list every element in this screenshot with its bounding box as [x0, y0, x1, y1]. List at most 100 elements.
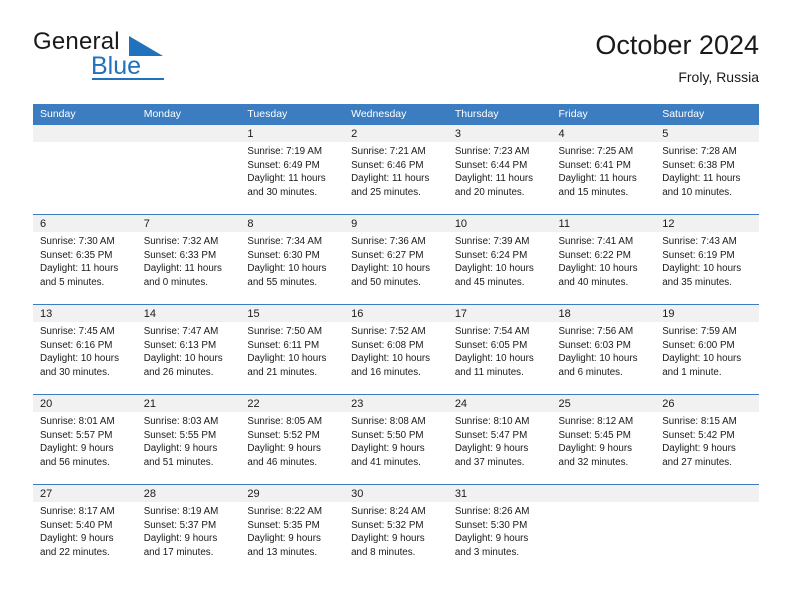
calendar-week-row: 6 Sunrise: 7:30 AM Sunset: 6:35 PM Daylight… — [33, 214, 759, 305]
day-details: Sunrise: 7:30 AM Sunset: 6:35 PM Daylight:… — [33, 232, 137, 289]
calendar-day-cell[interactable]: 24 Sunrise: 8:10 AM Sunset: 5:47 PM Dayligh… — [447, 394, 552, 485]
daylight-duration-line2: and 32 minutes. — [558, 456, 629, 468]
daylight-duration-line2: and 11 minutes. — [454, 366, 524, 378]
calendar-day-cell[interactable]: 1 Sunrise: 7:19 AM Sunset: 6:49 PM Daylight… — [240, 124, 345, 215]
daylight-duration-line2: and 5 minutes. — [40, 276, 105, 288]
day-number: 31 — [447, 485, 552, 502]
calendar-day-cell[interactable]: 31 Sunrise: 8:26 AM Sunset: 5:30 PM Dayligh… — [447, 484, 552, 575]
sunrise-time: Sunrise: 8:03 AM — [143, 416, 219, 427]
day-details: Sunrise: 7:21 AM Sunset: 6:46 PM Daylight:… — [344, 142, 448, 199]
daylight-duration-line2: and 15 minutes. — [558, 186, 629, 198]
sunrise-time: Sunrise: 8:22 AM — [247, 506, 323, 517]
day-number: 6 — [33, 215, 137, 232]
calendar-day-cell[interactable]: 2 Sunrise: 7:21 AM Sunset: 6:46 PM Daylight… — [344, 124, 448, 215]
calendar-day-cell[interactable]: 25 Sunrise: 8:12 AM Sunset: 5:45 PM Dayligh… — [551, 394, 656, 485]
daylight-duration-line1: Daylight: 9 hours — [143, 443, 218, 455]
calendar-day-cell[interactable]: 22 Sunrise: 8:05 AM Sunset: 5:52 PM Dayligh… — [240, 394, 345, 485]
sunset-time: Sunset: 5:47 PM — [454, 429, 528, 441]
day-number: 10 — [447, 215, 552, 232]
daylight-duration-line1: Daylight: 10 hours — [662, 353, 742, 365]
calendar-day-cell-empty — [551, 484, 656, 575]
calendar-day-cell[interactable]: 5 Sunrise: 7:28 AM Sunset: 6:38 PM Daylight… — [655, 124, 759, 215]
sunrise-time: Sunrise: 8:08 AM — [351, 416, 426, 427]
calendar-day-cell[interactable]: 23 Sunrise: 8:08 AM Sunset: 5:50 PM Dayligh… — [344, 394, 448, 485]
calendar-day-cell[interactable]: 13 Sunrise: 7:45 AM Sunset: 6:16 PM Dayligh… — [33, 304, 137, 395]
day-details: Sunrise: 7:56 AM Sunset: 6:03 PM Daylight:… — [552, 322, 656, 379]
sunrise-time: Sunrise: 7:28 AM — [662, 146, 737, 157]
daylight-duration-line1: Daylight: 9 hours — [40, 533, 114, 545]
day-details: Sunrise: 7:34 AM Sunset: 6:30 PM Daylight:… — [240, 232, 344, 289]
day-details: Sunrise: 8:12 AM Sunset: 5:45 PM Daylight:… — [552, 412, 656, 469]
calendar-day-cell[interactable]: 29 Sunrise: 8:22 AM Sunset: 5:35 PM Dayligh… — [240, 484, 345, 575]
sunset-time: Sunset: 6:49 PM — [247, 159, 320, 171]
day-details: Sunrise: 7:45 AM Sunset: 6:16 PM Daylight:… — [33, 322, 137, 379]
calendar-day-cell[interactable]: 9 Sunrise: 7:36 AM Sunset: 6:27 PM Daylight… — [344, 214, 448, 305]
calendar-day-cell[interactable]: 7 Sunrise: 7:32 AM Sunset: 6:33 PM Daylight… — [136, 214, 241, 305]
sunset-time: Sunset: 6:46 PM — [351, 159, 424, 171]
weekday-header-thursday: Thursday — [447, 104, 552, 125]
day-details: Sunrise: 7:43 AM Sunset: 6:19 PM Daylight:… — [655, 232, 759, 289]
calendar-day-cell[interactable]: 19 Sunrise: 7:59 AM Sunset: 6:00 PM Dayligh… — [655, 304, 759, 395]
day-details: Sunrise: 8:26 AM Sunset: 5:30 PM Daylight:… — [448, 502, 552, 559]
day-number: 3 — [447, 125, 552, 142]
sunrise-time: Sunrise: 7:19 AM — [247, 146, 323, 157]
sunrise-time: Sunrise: 8:10 AM — [454, 416, 530, 427]
calendar-day-cell[interactable]: 17 Sunrise: 7:54 AM Sunset: 6:05 PM Dayligh… — [447, 304, 552, 395]
sunrise-time: Sunrise: 7:43 AM — [662, 236, 737, 247]
day-number: 4 — [551, 125, 656, 142]
daylight-duration-line2: and 56 minutes. — [40, 456, 110, 468]
calendar-day-cell[interactable]: 12 Sunrise: 7:43 AM Sunset: 6:19 PM Dayligh… — [655, 214, 759, 305]
calendar-day-cell-empty — [136, 124, 241, 215]
sunset-time: Sunset: 5:42 PM — [662, 429, 735, 441]
calendar-day-cell[interactable]: 8 Sunrise: 7:34 AM Sunset: 6:30 PM Daylight… — [240, 214, 345, 305]
calendar-day-cell[interactable]: 4 Sunrise: 7:25 AM Sunset: 6:41 PM Daylight… — [551, 124, 656, 215]
day-number: 11 — [551, 215, 656, 232]
day-number: 19 — [655, 305, 759, 322]
daylight-duration-line2: and 22 minutes. — [40, 546, 110, 558]
day-number: 22 — [240, 395, 345, 412]
daylight-duration-line2: and 51 minutes. — [143, 456, 214, 468]
daylight-duration-line2: and 27 minutes. — [662, 456, 732, 468]
day-details — [655, 502, 759, 505]
calendar-day-cell[interactable]: 16 Sunrise: 7:52 AM Sunset: 6:08 PM Dayligh… — [344, 304, 448, 395]
day-number — [136, 125, 241, 142]
calendar-day-cell[interactable]: 11 Sunrise: 7:41 AM Sunset: 6:22 PM Dayligh… — [551, 214, 656, 305]
daylight-duration-line1: Daylight: 11 hours — [143, 263, 222, 275]
sunset-time: Sunset: 6:22 PM — [558, 249, 631, 261]
daylight-duration-line2: and 35 minutes. — [662, 276, 732, 288]
calendar-day-cell[interactable]: 15 Sunrise: 7:50 AM Sunset: 6:11 PM Dayligh… — [240, 304, 345, 395]
calendar-day-cell[interactable]: 6 Sunrise: 7:30 AM Sunset: 6:35 PM Daylight… — [33, 214, 137, 305]
daylight-duration-line1: Daylight: 10 hours — [247, 263, 327, 275]
daylight-duration-line1: Daylight: 10 hours — [558, 353, 638, 365]
calendar-day-cell[interactable]: 21 Sunrise: 8:03 AM Sunset: 5:55 PM Dayligh… — [136, 394, 241, 485]
general-blue-logo[interactable]: General Blue — [33, 28, 253, 84]
sunset-time: Sunset: 5:40 PM — [40, 519, 113, 531]
calendar-day-cell[interactable]: 28 Sunrise: 8:19 AM Sunset: 5:37 PM Dayligh… — [136, 484, 241, 575]
daylight-duration-line2: and 46 minutes. — [247, 456, 318, 468]
calendar-day-cell[interactable]: 3 Sunrise: 7:23 AM Sunset: 6:44 PM Daylight… — [447, 124, 552, 215]
day-details: Sunrise: 7:19 AM Sunset: 6:49 PM Daylight:… — [240, 142, 344, 199]
daylight-duration-line2: and 37 minutes. — [454, 456, 525, 468]
calendar-day-cell[interactable]: 14 Sunrise: 7:47 AM Sunset: 6:13 PM Dayligh… — [136, 304, 241, 395]
logo-underline-rule — [92, 78, 164, 80]
sunset-time: Sunset: 6:03 PM — [558, 339, 631, 351]
daylight-duration-line2: and 50 minutes. — [351, 276, 421, 288]
daylight-duration-line2: and 55 minutes. — [247, 276, 318, 288]
daylight-duration-line2: and 21 minutes. — [247, 366, 318, 378]
sunrise-time: Sunrise: 8:26 AM — [454, 506, 530, 517]
daylight-duration-line1: Daylight: 9 hours — [40, 443, 114, 455]
calendar-day-cell[interactable]: 27 Sunrise: 8:17 AM Sunset: 5:40 PM Dayligh… — [33, 484, 137, 575]
day-details: Sunrise: 7:50 AM Sunset: 6:11 PM Daylight:… — [240, 322, 344, 379]
sunrise-time: Sunrise: 7:54 AM — [454, 326, 530, 337]
day-details: Sunrise: 7:28 AM Sunset: 6:38 PM Daylight:… — [655, 142, 759, 199]
calendar-day-cell[interactable]: 26 Sunrise: 8:15 AM Sunset: 5:42 PM Dayligh… — [655, 394, 759, 485]
sunset-time: Sunset: 5:50 PM — [351, 429, 424, 441]
daylight-duration-line2: and 13 minutes. — [247, 546, 318, 558]
sunrise-time: Sunrise: 7:32 AM — [143, 236, 219, 247]
calendar-day-cell[interactable]: 10 Sunrise: 7:39 AM Sunset: 6:24 PM Dayligh… — [447, 214, 552, 305]
calendar-day-cell[interactable]: 18 Sunrise: 7:56 AM Sunset: 6:03 PM Dayligh… — [551, 304, 656, 395]
calendar-day-cell[interactable]: 20 Sunrise: 8:01 AM Sunset: 5:57 PM Dayligh… — [33, 394, 137, 485]
day-number: 23 — [344, 395, 448, 412]
calendar-day-cell[interactable]: 30 Sunrise: 8:24 AM Sunset: 5:32 PM Dayligh… — [344, 484, 448, 575]
day-details: Sunrise: 7:23 AM Sunset: 6:44 PM Daylight:… — [448, 142, 552, 199]
